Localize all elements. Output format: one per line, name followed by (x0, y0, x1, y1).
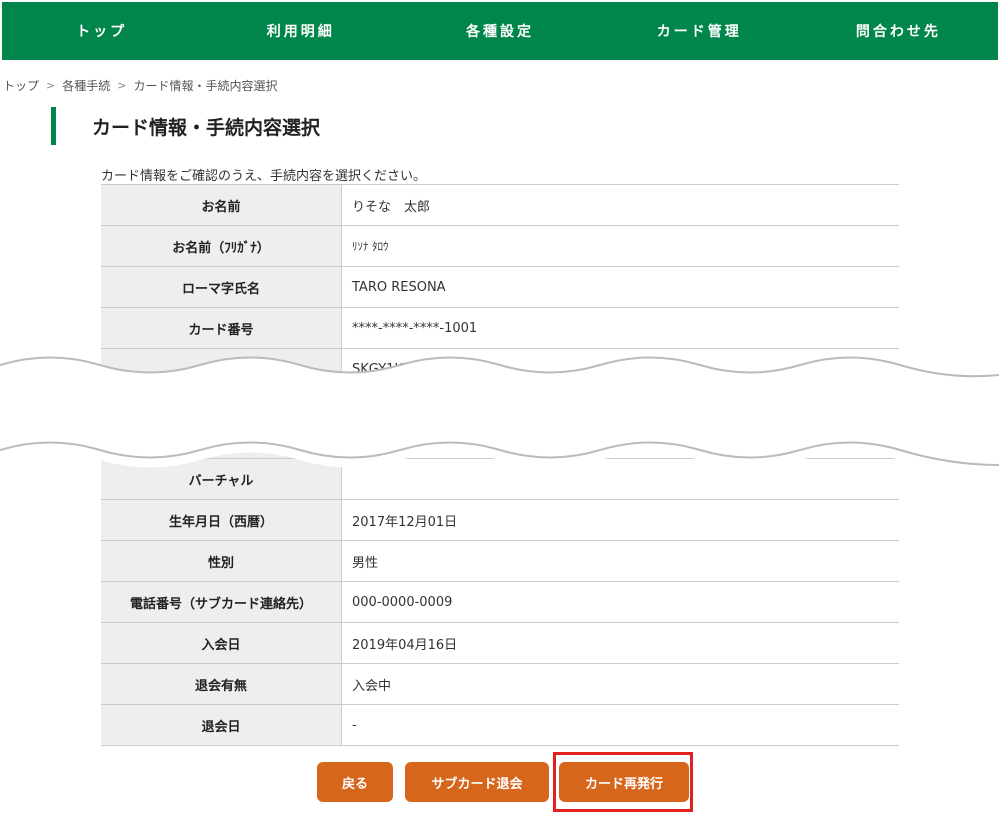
intro-text: カード情報をご確認のうえ、手続内容を選択ください。 (101, 169, 427, 184)
table-row: ローマ字氏名 TARO RESONA (101, 266, 899, 308)
page-title: カード情報・手続内容選択 (51, 107, 320, 145)
back-button[interactable]: 戻る (317, 762, 393, 802)
table-row: 入会日 2019年04月16日 (101, 622, 899, 664)
nav-top[interactable]: トップ (2, 21, 201, 41)
breadcrumb-procedures[interactable]: 各種手続 (62, 77, 110, 94)
row-label: カード番号 (101, 307, 342, 349)
row-label: ローマ字氏名 (101, 266, 342, 308)
table-row: 性別 男性 (101, 540, 899, 582)
breadcrumb-top[interactable]: トップ (3, 77, 39, 94)
card-info-table: お名前 りそな 太郎 お名前（ﾌﾘｶﾞﾅ） ﾘｿﾅ ﾀﾛｳ ローマ字氏名 TAR… (101, 184, 899, 746)
row-value: TARO RESONA (341, 266, 899, 308)
row-value: 2019年04月16日 (341, 622, 899, 664)
row-value (341, 458, 899, 500)
table-row: バーチャル (101, 458, 899, 500)
row-value: 入会中 (341, 663, 899, 705)
row-value: SKGY1KAN01 (341, 348, 899, 390)
row-label: バーチャル (101, 458, 342, 500)
row-value: りそな 太郎 (341, 184, 899, 226)
table-row: 退会有無 入会中 (101, 663, 899, 705)
row-label: お名前（ﾌﾘｶﾞﾅ） (101, 225, 342, 267)
table-row: カード番号 ****-****-****-1001 (101, 307, 899, 349)
sub-card-cancel-button[interactable]: サブカード退会 (405, 762, 549, 802)
row-label (101, 389, 342, 459)
table-row: お名前（ﾌﾘｶﾞﾅ） ﾘｿﾅ ﾀﾛｳ (101, 225, 899, 267)
row-label: ログイン (101, 348, 342, 390)
table-row-spacer (101, 389, 899, 459)
table-row: 生年月日（西暦） 2017年12月01日 (101, 499, 899, 541)
nav-statements[interactable]: 利用明細 (201, 21, 400, 41)
action-buttons: 戻る サブカード退会 カード再発行 (317, 762, 689, 802)
nav-contact[interactable]: 問合わせ先 (799, 21, 998, 41)
table-row: お名前 りそな 太郎 (101, 184, 899, 226)
row-value: 男性 (341, 540, 899, 582)
table-row: 退会日 - (101, 704, 899, 746)
chevron-right-icon: > (117, 79, 127, 92)
row-value: 2017年12月01日 (341, 499, 899, 541)
row-label: 退会有無 (101, 663, 342, 705)
row-label: 生年月日（西暦） (101, 499, 342, 541)
global-nav: トップ 利用明細 各種設定 カード管理 問合わせ先 (2, 2, 998, 60)
card-reissue-button[interactable]: カード再発行 (559, 762, 689, 802)
breadcrumb: トップ > 各種手続 > カード情報・手続内容選択 (3, 77, 277, 94)
row-label: 性別 (101, 540, 342, 582)
row-value: - (341, 704, 899, 746)
table-row: 電話番号（サブカード連絡先） 000-0000-0009 (101, 581, 899, 623)
row-value (341, 389, 899, 459)
row-value: ﾘｿﾅ ﾀﾛｳ (341, 225, 899, 267)
nav-settings[interactable]: 各種設定 (400, 21, 599, 41)
table-row: ログイン SKGY1KAN01 (101, 348, 899, 390)
row-label: 電話番号（サブカード連絡先） (101, 581, 342, 623)
nav-card-management[interactable]: カード管理 (600, 21, 799, 41)
row-label: 入会日 (101, 622, 342, 664)
row-value: 000-0000-0009 (341, 581, 899, 623)
row-label: 退会日 (101, 704, 342, 746)
row-label: お名前 (101, 184, 342, 226)
chevron-right-icon: > (46, 79, 56, 92)
row-value: ****-****-****-1001 (341, 307, 899, 349)
breadcrumb-current: カード情報・手続内容選択 (133, 79, 278, 93)
